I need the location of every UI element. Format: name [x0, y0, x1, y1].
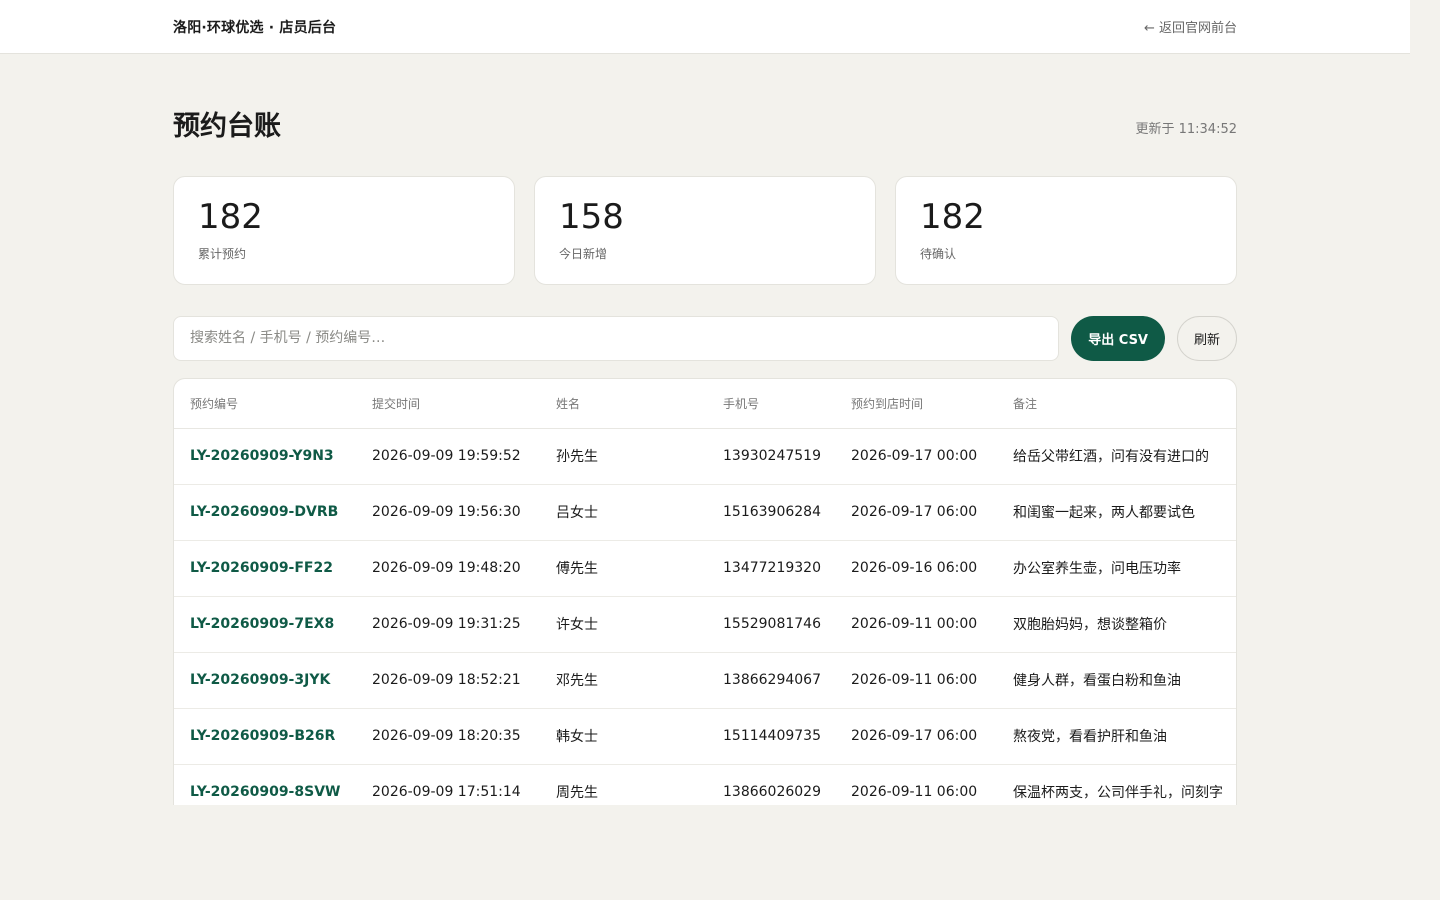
reservations-table: 预约编号 提交时间 姓名 手机号 预约到店时间 备注 LY-20260909-Y…	[173, 378, 1237, 805]
stat-card-today: 158 今日新增	[534, 176, 876, 285]
reservation-id[interactable]: LY-20260909-3JYK	[174, 652, 356, 709]
reservation-id[interactable]: LY-20260909-7EX8	[174, 596, 356, 653]
stat-value: 158	[559, 197, 624, 237]
note: 双胞胎妈妈，想谈整箱价	[997, 596, 1236, 653]
note: 给岳父带红酒，问有没有进口的	[997, 428, 1236, 485]
visit-time: 2026-09-17 06:00	[835, 484, 997, 541]
customer-name: 邓先生	[540, 652, 707, 709]
column-header-id[interactable]: 预约编号	[174, 379, 356, 429]
stat-card-total: 182 累计预约	[173, 176, 515, 285]
submitted-time: 2026-09-09 19:56:30	[356, 484, 540, 541]
table-row[interactable]: LY-20260909-B26R 2026-09-09 18:20:35 韩女士 15…	[174, 708, 1236, 765]
note: 保温杯两支，公司伴手礼，问刻字	[997, 764, 1236, 805]
stat-value: 182	[920, 197, 985, 237]
customer-name: 周先生	[540, 764, 707, 805]
note: 熬夜党，看看护肝和鱼油	[997, 708, 1236, 765]
refresh-button[interactable]: 刷新	[1177, 315, 1237, 361]
reservation-id[interactable]: LY-20260909-Y9N3	[174, 428, 356, 485]
phone-number: 13930247519	[707, 428, 835, 485]
note: 和闺蜜一起来，两人都要试色	[997, 484, 1236, 541]
updated-timestamp: 更新于 11:34:52	[1135, 122, 1237, 137]
customer-name: 许女士	[540, 596, 707, 653]
table-row[interactable]: LY-20260909-FF22 2026-09-09 19:48:20 傅先生 13…	[174, 540, 1236, 597]
stat-label: 待确认	[920, 247, 957, 261]
column-header-visit-time[interactable]: 预约到店时间	[835, 379, 997, 429]
note: 健身人群，看蛋白粉和鱼油	[997, 652, 1236, 709]
table-row[interactable]: LY-20260909-DVRB 2026-09-09 19:56:30 吕女士 15…	[174, 484, 1236, 541]
customer-name: 吕女士	[540, 484, 707, 541]
table-header-row: 预约编号 提交时间 姓名 手机号 预约到店时间 备注	[174, 379, 1236, 429]
customer-name: 傅先生	[540, 540, 707, 597]
stat-value: 182	[198, 197, 263, 237]
visit-time: 2026-09-17 06:00	[835, 708, 997, 765]
search-input[interactable]	[173, 315, 1060, 361]
customer-name: 孙先生	[540, 428, 707, 485]
back-to-storefront-link[interactable]: ← 返回官网前台	[1144, 17, 1237, 36]
table-row[interactable]: LY-20260909-3JYK 2026-09-09 18:52:21 邓先生 13…	[174, 652, 1236, 709]
reservation-id[interactable]: LY-20260909-B26R	[174, 708, 356, 765]
top-bar: 洛阳·环球优选 · 店员后台 ← 返回官网前台	[0, 0, 1410, 54]
phone-number: 15114409735	[707, 708, 835, 765]
reservation-id[interactable]: LY-20260909-FF22	[174, 540, 356, 597]
scrollbar-gutter	[1410, 0, 1440, 900]
brand-title: 洛阳·环球优选 · 店员后台	[173, 20, 337, 36]
submitted-time: 2026-09-09 18:20:35	[356, 708, 540, 765]
table-row[interactable]: LY-20260909-7EX8 2026-09-09 19:31:25 许女士 15…	[174, 596, 1236, 653]
stats-row: 182 累计预约 158 今日新增 182 待确认	[173, 176, 1237, 285]
phone-number: 15163906284	[707, 484, 835, 541]
column-header-submitted[interactable]: 提交时间	[356, 379, 540, 429]
table-row[interactable]: LY-20260909-8SVW 2026-09-09 17:51:14 周先生 13…	[174, 764, 1236, 805]
column-header-phone[interactable]: 手机号	[707, 379, 835, 429]
column-header-note[interactable]: 备注	[997, 379, 1236, 429]
stat-card-pending: 182 待确认	[895, 176, 1237, 285]
phone-number: 13866026029	[707, 764, 835, 805]
phone-number: 13866294067	[707, 652, 835, 709]
submitted-time: 2026-09-09 19:31:25	[356, 596, 540, 653]
visit-time: 2026-09-16 06:00	[835, 540, 997, 597]
submitted-time: 2026-09-09 18:52:21	[356, 652, 540, 709]
table-row[interactable]: LY-20260909-Y9N3 2026-09-09 19:59:52 孙先生 13…	[174, 428, 1236, 485]
submitted-time: 2026-09-09 17:51:14	[356, 764, 540, 805]
export-csv-button[interactable]: 导出 CSV	[1071, 315, 1165, 361]
reservation-id[interactable]: LY-20260909-8SVW	[174, 764, 356, 805]
toolbar: 导出 CSV 刷新	[173, 315, 1237, 361]
phone-number: 15529081746	[707, 596, 835, 653]
reservation-id[interactable]: LY-20260909-DVRB	[174, 484, 356, 541]
stat-label: 累计预约	[198, 247, 247, 261]
phone-number: 13477219320	[707, 540, 835, 597]
visit-time: 2026-09-17 00:00	[835, 428, 997, 485]
visit-time: 2026-09-11 06:00	[835, 652, 997, 709]
page-title: 预约台账	[173, 111, 281, 142]
note: 办公室养生壶，问电压功率	[997, 540, 1236, 597]
visit-time: 2026-09-11 00:00	[835, 596, 997, 653]
column-header-name[interactable]: 姓名	[540, 379, 707, 429]
customer-name: 韩女士	[540, 708, 707, 765]
visit-time: 2026-09-11 06:00	[835, 764, 997, 805]
stat-label: 今日新增	[559, 247, 608, 261]
submitted-time: 2026-09-09 19:48:20	[356, 540, 540, 597]
submitted-time: 2026-09-09 19:59:52	[356, 428, 540, 485]
